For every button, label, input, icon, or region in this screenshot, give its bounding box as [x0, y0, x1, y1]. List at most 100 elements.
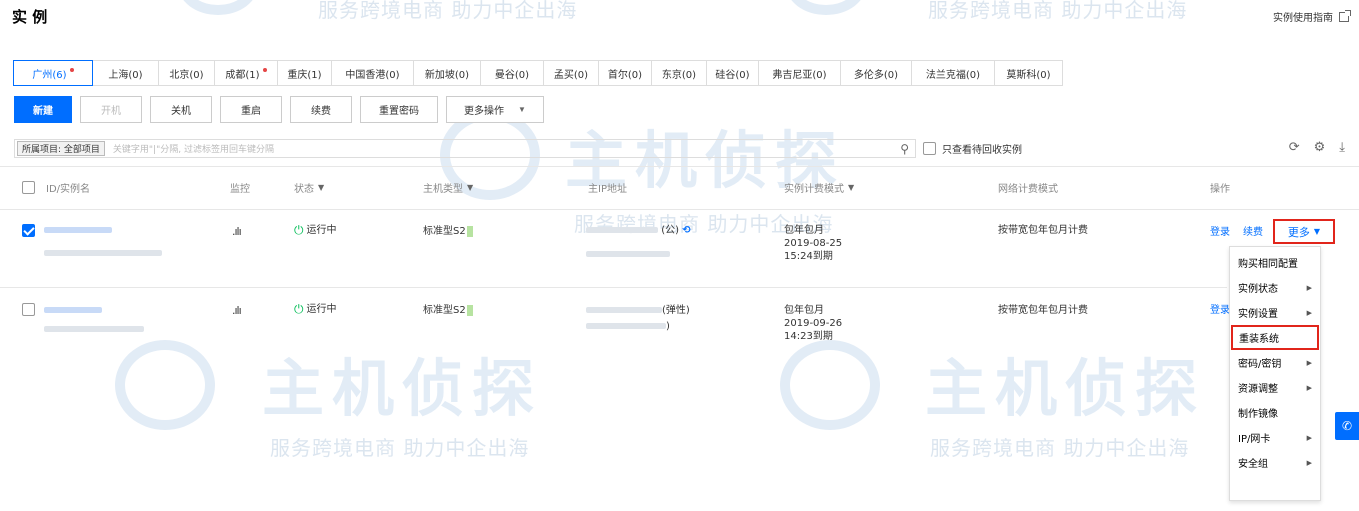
region-tab-label: 新加坡(0): [424, 69, 470, 81]
reset-password-button[interactable]: 重置密码: [360, 96, 438, 123]
menu-item-label: 资源调整: [1238, 384, 1278, 395]
monitor-chart-icon[interactable]: .ılı: [232, 225, 242, 238]
power-icon: ⏻: [294, 223, 304, 237]
region-tab[interactable]: 首尔(0): [598, 60, 652, 86]
region-tab-label: 成都(1): [225, 69, 260, 81]
chevron-right-icon: ▶: [1306, 383, 1312, 392]
menu-item[interactable]: 实例状态 ▶: [1230, 275, 1320, 300]
alert-dot-icon: [262, 68, 267, 72]
watermark-logo: [115, 340, 215, 430]
region-tab[interactable]: 广州(6): [13, 60, 93, 86]
region-tab[interactable]: 莫斯科(0): [994, 60, 1063, 86]
search-filter[interactable]: 所属项目: 全部项目 关键字用"|"分隔, 过滤标签用回车键分隔 ⚲: [14, 139, 916, 158]
region-tab[interactable]: 孟买(0): [543, 60, 599, 86]
menu-item[interactable]: 实例设置 ▶: [1230, 300, 1320, 325]
refresh-icon[interactable]: ⟳: [1289, 140, 1300, 155]
row-2-checkbox[interactable]: [22, 303, 35, 316]
region-tab[interactable]: 新加坡(0): [413, 60, 481, 86]
chevron-right-icon: ▶: [1306, 283, 1312, 292]
region-tab[interactable]: 北京(0): [158, 60, 215, 86]
col-type[interactable]: 主机类型 ▼: [423, 166, 473, 209]
region-tab[interactable]: 东京(0): [651, 60, 707, 86]
power-icon: ⏻: [294, 302, 304, 316]
row-1-login-link[interactable]: 登录: [1210, 226, 1230, 239]
menu-item[interactable]: 购买相同配置: [1230, 250, 1320, 275]
row-1-name: [44, 247, 162, 260]
header-select-all[interactable]: [22, 166, 35, 209]
region-tab[interactable]: 弗吉尼亚(0): [758, 60, 841, 86]
menu-item[interactable]: 制作镜像: [1230, 400, 1320, 425]
region-tab-label: 重庆(1): [287, 69, 322, 81]
more-operations-dropdown[interactable]: 更多操作 ▼: [446, 96, 544, 123]
filter-icon[interactable]: ▼: [848, 183, 854, 192]
chevron-right-icon: ▶: [1306, 433, 1312, 442]
region-tab[interactable]: 法兰克福(0): [911, 60, 995, 86]
menu-item[interactable]: 安全组 ▶: [1230, 450, 1320, 475]
recycle-checkbox[interactable]: [923, 142, 936, 155]
filter-icon[interactable]: ▼: [318, 183, 324, 192]
row-1-type-label: 标准型S2: [423, 226, 466, 237]
new-instance-button[interactable]: 新建: [14, 96, 72, 123]
menu-item[interactable]: IP/网卡 ▶: [1230, 425, 1320, 450]
region-tab[interactable]: 曼谷(0): [480, 60, 544, 86]
row-2-id[interactable]: [44, 304, 102, 317]
region-tab-label: 弗吉尼亚(0): [772, 69, 827, 81]
region-tab-label: 曼谷(0): [494, 69, 530, 81]
download-icon[interactable]: ⤓: [1339, 140, 1345, 155]
region-tab-label: 莫斯科(0): [1006, 69, 1051, 81]
row-1-checkbox[interactable]: [22, 224, 35, 237]
select-all-checkbox[interactable]: [22, 181, 35, 194]
row-2-login-link[interactable]: 登录: [1210, 304, 1229, 317]
row-1-ip-private: [586, 248, 670, 261]
row-2-ip-private: ): [586, 320, 670, 333]
row-2-net-billing: 按带宽包年包月计费: [998, 305, 1088, 316]
region-tab[interactable]: 上海(0): [92, 60, 159, 86]
menu-item[interactable]: 密码/密钥 ▶: [1230, 350, 1320, 375]
row-1-billing-mode: 包年包月: [784, 225, 824, 236]
row-1-expiry-date: 2019-08-25: [784, 238, 843, 249]
region-tab[interactable]: 硅谷(0): [706, 60, 759, 86]
region-tab-label: 硅谷(0): [715, 69, 750, 81]
guide-link[interactable]: 实例使用指南: [1273, 9, 1351, 24]
col-id-name: ID/实例名: [46, 184, 91, 195]
recycle-filter[interactable]: 只查看待回收实例: [923, 141, 1022, 156]
row-2-ip-suffix: (弹性): [662, 305, 690, 316]
restart-button[interactable]: 重启: [220, 96, 282, 123]
project-filter-tag[interactable]: 所属项目: 全部项目: [17, 141, 105, 156]
search-icon[interactable]: ⚲: [900, 142, 909, 156]
row-2-ip: (弹性): [586, 304, 690, 317]
caret-down-icon: ▼: [518, 105, 526, 114]
row-checkbox[interactable]: [22, 224, 35, 241]
row-checkbox[interactable]: [22, 303, 35, 320]
row-1-id[interactable]: [44, 224, 112, 237]
watermark-text: 服务跨境电商 助力中企出海: [928, 0, 1188, 22]
col-status[interactable]: 状态 ▼: [294, 166, 324, 209]
chevron-right-icon: ▶: [1306, 308, 1312, 317]
row-1-type: 标准型S2: [423, 225, 473, 238]
region-tab[interactable]: 成都(1): [214, 60, 278, 86]
region-tab[interactable]: 重庆(1): [277, 60, 332, 86]
stop-button[interactable]: 关机: [150, 96, 212, 123]
page-title: 实 例: [12, 8, 48, 26]
menu-item-label: 实例状态: [1238, 284, 1278, 295]
row-1-more-label: 更多: [1287, 225, 1310, 239]
col-billing[interactable]: 实例计费模式 ▼: [784, 166, 854, 209]
region-tab-label: 多伦多(0): [853, 69, 899, 81]
support-icon[interactable]: ✆: [1335, 412, 1359, 440]
filter-icon[interactable]: ▼: [467, 183, 473, 192]
region-tab[interactable]: 中国香港(0): [331, 60, 414, 86]
row-1-more-dropdown[interactable]: 更多 ▼: [1273, 219, 1335, 244]
row-1-renew-link[interactable]: 续费: [1243, 226, 1263, 239]
gear-icon[interactable]: ⚙: [1314, 140, 1326, 155]
copy-icon[interactable]: ⟲: [682, 225, 690, 236]
start-button[interactable]: 开机: [80, 96, 142, 123]
region-tab[interactable]: 多伦多(0): [840, 60, 912, 86]
renew-button[interactable]: 续费: [290, 96, 352, 123]
menu-item[interactable]: 资源调整 ▶: [1230, 375, 1320, 400]
menu-item-label: 购买相同配置: [1238, 259, 1298, 270]
menu-item[interactable]: 重装系统: [1231, 325, 1319, 350]
more-operations-label: 更多操作: [464, 106, 505, 117]
watermark-text: 服务跨境电商 助力中企出海: [270, 436, 530, 460]
monitor-chart-icon[interactable]: .ılı: [232, 304, 242, 317]
search-input[interactable]: 关键字用"|"分隔, 过滤标签用回车键分隔: [113, 142, 900, 155]
